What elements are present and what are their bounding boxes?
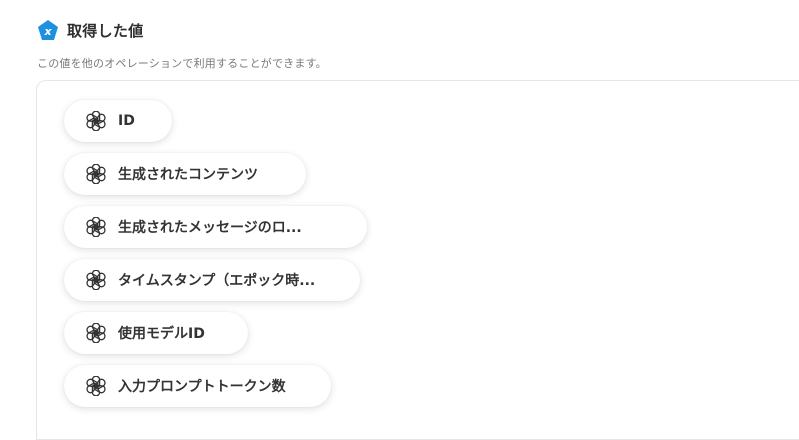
value-chip-timestamp[interactable]: タイムスタンプ（エポック時...: [64, 259, 360, 301]
value-chip-input-prompt-tokens[interactable]: 入力プロンプトトークン数: [64, 365, 331, 407]
value-chip-generated-message-role[interactable]: 生成されたメッセージのロ...: [64, 206, 367, 248]
section-header: x 取得した値: [37, 19, 144, 41]
section-title: 取得した値: [67, 21, 144, 40]
svg-text:x: x: [43, 25, 52, 38]
value-chip-generated-content[interactable]: 生成されたコンテンツ: [64, 153, 306, 195]
value-chip-label: 生成されたコンテンツ: [118, 167, 258, 183]
openai-icon: [86, 323, 106, 343]
variable-x-icon: x: [38, 20, 58, 40]
value-chip-label: 使用モデルID: [118, 326, 205, 342]
value-chip-label: 生成されたメッセージのロ...: [118, 220, 302, 236]
value-chip-list: ID 生成されたコンテンツ 生成されたメッセージのロ... タイムスタンプ（エポ…: [64, 100, 367, 407]
value-chip-model-id[interactable]: 使用モデルID: [64, 312, 248, 354]
openai-icon: [86, 111, 106, 131]
section-description: この値を他のオペレーションで利用することができます。: [37, 57, 327, 70]
openai-icon: [86, 376, 106, 396]
value-chip-label: 入力プロンプトトークン数: [118, 379, 286, 395]
value-chip-label: ID: [118, 113, 135, 129]
value-chip-id[interactable]: ID: [64, 100, 172, 142]
value-chip-label: タイムスタンプ（エポック時...: [118, 273, 316, 289]
openai-icon: [86, 270, 106, 290]
openai-icon: [86, 217, 106, 237]
openai-icon: [86, 164, 106, 184]
